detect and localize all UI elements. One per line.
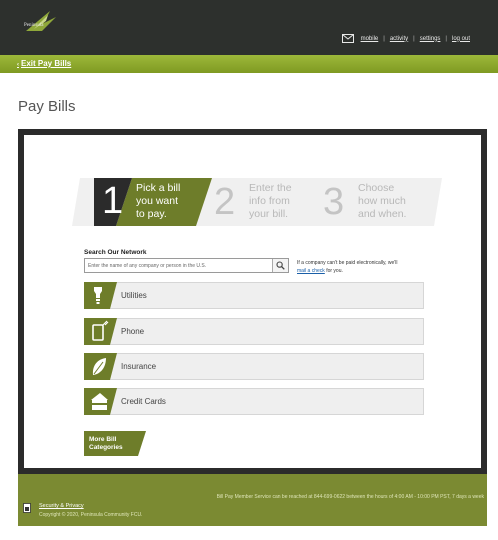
phone-icon — [84, 318, 117, 345]
mail-check-note-suffix: for you. — [326, 268, 343, 274]
footer: Bill Pay Member Service can be reached a… — [18, 474, 487, 526]
step-3-text: Choose how much and when. — [358, 182, 406, 221]
category-credit-cards[interactable]: Credit Cards — [84, 388, 424, 415]
step-1-line: to pay. — [136, 208, 167, 220]
exit-bar: ‹ Exit Pay Bills — [0, 55, 498, 73]
logout-link[interactable]: log out — [452, 36, 470, 42]
search-input[interactable] — [85, 259, 272, 272]
step-3-line: and when. — [358, 208, 407, 220]
exit-pay-bills-label: Exit Pay Bills — [21, 59, 72, 68]
search-box — [84, 258, 289, 273]
category-label: Credit Cards — [121, 397, 166, 406]
step-2-line: info from — [249, 195, 290, 207]
activity-link[interactable]: activity — [390, 36, 408, 42]
category-label: Insurance — [121, 362, 157, 371]
leaf-icon — [84, 353, 117, 380]
lightbulb-icon — [84, 282, 117, 309]
exit-pay-bills-link[interactable]: ‹ Exit Pay Bills — [17, 59, 71, 68]
category-utilities[interactable]: Utilities — [84, 282, 424, 309]
mail-check-note-prefix: If a company can't be paid electronicall… — [297, 260, 398, 266]
mobile-link[interactable]: mobile — [361, 36, 379, 42]
pay-bills-panel: 1 Pick a bill you want to pay. 2 Enter t… — [24, 135, 481, 468]
category-insurance[interactable]: Insurance — [84, 353, 424, 380]
security-privacy-link[interactable]: Security & Privacy — [39, 503, 84, 509]
search-button[interactable] — [272, 259, 288, 272]
mail-a-check-link[interactable]: mail a check — [297, 268, 325, 274]
step-1-text: Pick a bill you want to pay. — [136, 182, 180, 221]
top-header: Peninsula mobile | activity | settings |… — [0, 0, 498, 55]
logo-text: Peninsula — [24, 23, 44, 28]
more-button-line: More Bill — [89, 436, 117, 443]
credit-card-icon — [84, 388, 117, 415]
settings-link[interactable]: settings — [420, 36, 441, 42]
step-2-line: your bill. — [249, 208, 289, 220]
pay-bills-frame: 1 Pick a bill you want to pay. 2 Enter t… — [18, 129, 487, 474]
copyright-text: Copyright © 2020, Peninsula Community FC… — [39, 512, 143, 518]
category-label: Utilities — [121, 291, 147, 300]
step-2-line: Enter the — [249, 182, 292, 194]
more-button-line: Categories — [89, 444, 123, 451]
more-button-label: More Bill Categories — [89, 436, 134, 452]
mail-icon[interactable] — [341, 34, 354, 43]
step-1-line: Pick a bill — [136, 182, 181, 194]
search-icon — [276, 261, 285, 270]
category-phone[interactable]: Phone — [84, 318, 424, 345]
step-2-number: 2 — [214, 181, 236, 223]
nav-separator: | — [445, 35, 447, 42]
page-title: Pay Bills — [18, 98, 76, 115]
nav-separator: | — [383, 35, 385, 42]
step-3-line: how much — [358, 195, 406, 207]
mail-check-note: If a company can't be paid electronicall… — [297, 259, 427, 275]
header-nav: mobile | activity | settings | log out — [341, 34, 470, 43]
caret-left-icon: ‹ — [17, 62, 19, 68]
member-service-text: Bill Pay Member Service can be reached a… — [216, 494, 484, 500]
search-label: Search Our Network — [84, 249, 147, 256]
lock-icon — [23, 503, 31, 513]
step-1-number: 1 — [102, 180, 124, 222]
steps-banner: 1 Pick a bill you want to pay. 2 Enter t… — [72, 172, 442, 230]
step-3-number: 3 — [323, 181, 345, 223]
step-2-text: Enter the info from your bill. — [249, 182, 292, 221]
more-bill-categories-button[interactable]: More Bill Categories — [84, 431, 146, 456]
step-3-line: Choose — [358, 182, 395, 194]
step-1-line: you want — [136, 195, 179, 207]
nav-separator: | — [413, 35, 415, 42]
category-label: Phone — [121, 327, 145, 336]
